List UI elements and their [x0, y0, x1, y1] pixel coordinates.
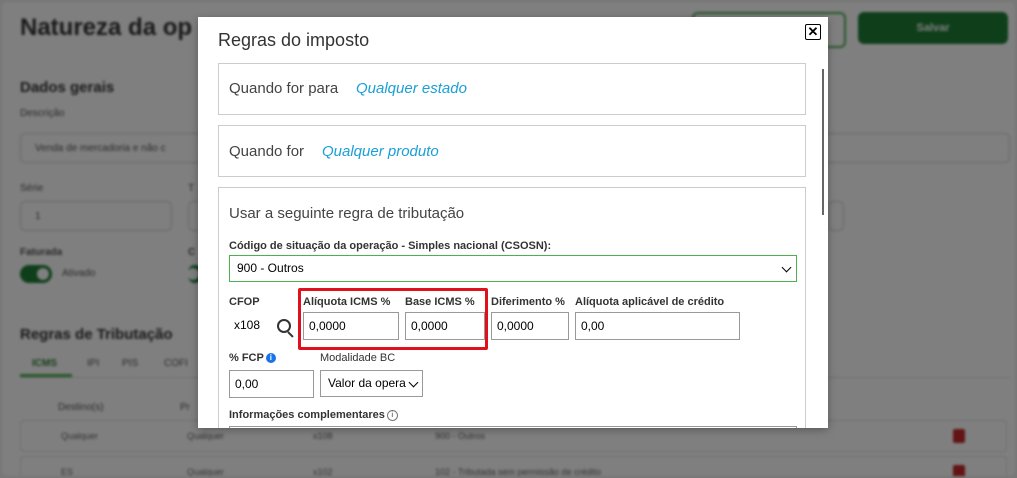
tax-rule-panel: Usar a seguinte regra de tributação Códi… [218, 187, 806, 428]
fcp-label-text: % FCP [229, 352, 264, 364]
destination-panel: Quando for para Qualquer estado [218, 63, 806, 115]
search-icon[interactable] [277, 319, 291, 333]
aliquota-credito-input[interactable]: 0,00 [575, 312, 740, 340]
fcp-input[interactable]: 0,00 [229, 370, 314, 398]
regra-tributacao-title: Usar a seguinte regra de tributação [229, 205, 465, 222]
csosn-label: Código de situação da operação - Simples… [229, 240, 552, 252]
modal-title: Regras do imposto [218, 30, 370, 50]
modal-scrollbar[interactable] [822, 69, 824, 215]
chevron-down-icon [408, 377, 419, 388]
aliquota-credito-label: Alíquota aplicável de crédito [575, 296, 725, 308]
modalidade-bc-select[interactable]: Valor da opera [320, 370, 423, 397]
csosn-value: 900 - Outros [237, 261, 304, 275]
diferimento-input[interactable]: 0,0000 [491, 312, 569, 340]
cfop-label: CFOP [229, 296, 260, 308]
base-icms-input[interactable]: 0,0000 [405, 312, 485, 340]
info-outline-icon[interactable]: i [386, 409, 398, 421]
aliquota-icms-label: Alíquota ICMS % [303, 296, 391, 308]
qualquer-produto-link[interactable]: Qualquer produto [322, 143, 439, 160]
info-complementares-text: Informações complementares [229, 409, 385, 421]
info-complementares-label: Informações complementares i [229, 409, 398, 421]
close-icon[interactable]: ✕ [805, 24, 821, 40]
fcp-label: % FCP i [229, 352, 276, 364]
base-icms-label: Base ICMS % [405, 296, 475, 308]
quando-para-label: Quando for para [229, 80, 339, 97]
csosn-select[interactable]: 900 - Outros [229, 255, 797, 282]
modalidade-bc-label: Modalidade BC [320, 352, 396, 364]
chevron-down-icon [781, 262, 792, 273]
quando-for-label: Quando for [229, 143, 305, 160]
tax-rules-modal: Regras do imposto ✕ Quando for para Qual… [198, 17, 828, 428]
modalidade-bc-value: Valor da opera [328, 376, 406, 390]
qualquer-estado-link[interactable]: Qualquer estado [356, 80, 467, 97]
aliquota-icms-input[interactable]: 0,0000 [303, 312, 399, 340]
info-complementares-textarea[interactable] [229, 426, 797, 428]
product-panel: Quando for Qualquer produto [218, 125, 806, 177]
info-icon[interactable]: i [265, 353, 276, 364]
diferimento-label: Diferimento % [491, 296, 565, 308]
